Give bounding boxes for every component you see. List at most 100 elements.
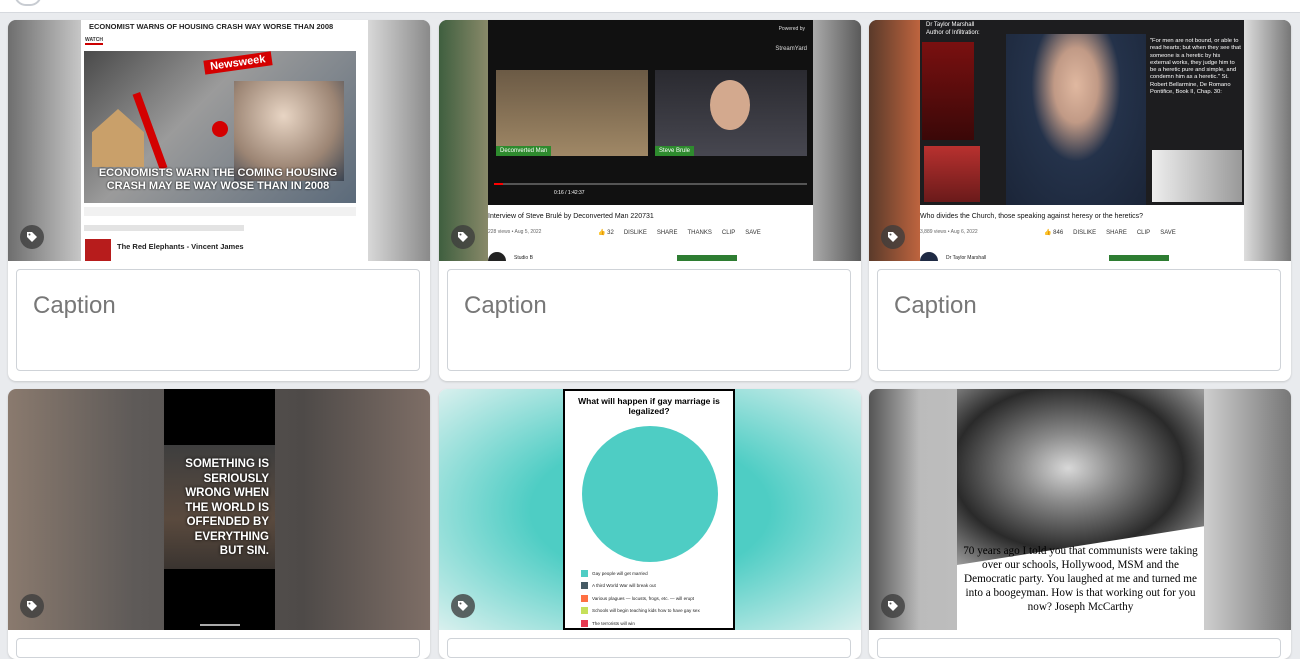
quote-image: 70 years ago I told you that communists … (957, 389, 1204, 630)
save-button[interactable]: SAVE (745, 230, 761, 236)
video-meta: 3,889 views • Aug 6, 2022 (920, 229, 978, 235)
cardinal-image (924, 146, 980, 202)
video-title: Who divides the Church, those speaking a… (920, 213, 1143, 220)
save-button[interactable]: SAVE (1160, 230, 1176, 236)
tag-icon[interactable] (20, 594, 44, 618)
book-cover (922, 42, 974, 140)
legend-swatch (581, 594, 588, 602)
quote-text: "For men are not bound, or able to read … (1150, 38, 1241, 96)
pope-image (1152, 150, 1242, 202)
scroll-indicator (200, 624, 240, 626)
share-button[interactable]: SHARE (657, 230, 678, 236)
portrait-photo (957, 389, 1204, 565)
channel-name: The Red Elephants - Vincent James (117, 242, 244, 251)
legend-label: The terrorists will win (592, 620, 635, 626)
channel-avatar (920, 252, 938, 261)
video-frame: Newsweek ECONOMISTS WARN THE COMING HOUS… (84, 51, 356, 203)
post-media[interactable]: What will happen if gay marriage is lega… (439, 389, 861, 630)
book-label: Author of Infiltration: (926, 30, 980, 36)
streamyard-logo: StreamYard (775, 46, 807, 52)
caption-input[interactable]: Caption (16, 269, 420, 371)
post-card[interactable]: ECONOMIST WARNS OF HOUSING CRASH WAY WOR… (8, 20, 430, 381)
legend-label: Schools will begin teaching kids how to … (592, 608, 700, 614)
guest-right-name: Steve Brule (655, 146, 695, 156)
legend-swatch (581, 569, 588, 577)
post-media[interactable]: ECONOMIST WARNS OF HOUSING CRASH WAY WOR… (8, 20, 430, 261)
meme-text: SOMETHING IS SERIOUSLY WRONG WHEN THE WO… (185, 458, 269, 557)
post-media[interactable]: Dr Taylor Marshall Author of Infiltratio… (869, 20, 1291, 261)
share-button[interactable]: SHARE (1106, 230, 1127, 236)
tag-icon[interactable] (881, 594, 905, 618)
post-media[interactable]: Powered by StreamYard Deconverted Man St… (439, 20, 861, 261)
channel-avatar (488, 252, 506, 261)
author-label: Dr Taylor Marshall (926, 22, 975, 28)
caption-input[interactable]: Caption (877, 269, 1281, 371)
legend-swatch (581, 582, 588, 590)
tag-icon[interactable] (20, 225, 44, 249)
clip-button[interactable]: CLIP (722, 230, 735, 236)
meme-image: SOMETHING IS SERIOUSLY WRONG WHEN THE WO… (164, 389, 275, 630)
video-frame: Dr Taylor Marshall Author of Infiltratio… (920, 20, 1244, 205)
headline: ECONOMIST WARNS OF HOUSING CRASH WAY WOR… (89, 22, 334, 31)
post-card[interactable]: SOMETHING IS SERIOUSLY WRONG WHEN THE WO… (8, 389, 430, 659)
post-card[interactable]: Powered by StreamYard Deconverted Man St… (439, 20, 861, 381)
caption-input[interactable] (877, 638, 1281, 658)
tag-icon[interactable] (881, 225, 905, 249)
quote-text: 70 years ago I told you that communists … (963, 545, 1198, 613)
download-button[interactable] (677, 255, 737, 261)
tag-icon[interactable] (451, 594, 475, 618)
legend-item: Gay people will get married (581, 567, 700, 580)
newsweek-badge: Newsweek (203, 51, 273, 75)
watch-label: WATCH (85, 37, 103, 45)
clip-button[interactable]: CLIP (1137, 230, 1150, 236)
legend-label: Gay people will get married (592, 570, 648, 576)
post-media[interactable]: SOMETHING IS SERIOUSLY WRONG WHEN THE WO… (8, 389, 430, 630)
tags-row (84, 225, 244, 231)
video-frame: Powered by StreamYard Deconverted Man St… (488, 20, 813, 205)
progress-bar[interactable] (494, 183, 807, 185)
dislike-button[interactable]: DISLIKE (1073, 230, 1096, 236)
top-bar (0, 0, 1300, 13)
post-media[interactable]: 70 years ago I told you that communists … (869, 389, 1291, 630)
legend-label: A third World War will break out (592, 583, 656, 589)
guest-left-name: Deconverted Man (496, 146, 552, 156)
dislike-button[interactable]: DISLIKE (624, 230, 647, 236)
play-indicator (212, 121, 228, 137)
legend-swatch (581, 619, 588, 627)
caption-input[interactable]: Caption (447, 269, 851, 371)
news-screenshot: ECONOMIST WARNS OF HOUSING CRASH WAY WOR… (81, 20, 368, 261)
caption-placeholder: Caption (33, 292, 116, 319)
caption-input[interactable] (16, 638, 420, 658)
caption-input[interactable] (447, 638, 851, 658)
overlay-text: ECONOMISTS WARN THE COMING HOUSING CRASH… (98, 167, 338, 192)
channel-name: Studio B (514, 255, 533, 261)
thanks-button[interactable]: THANKS (688, 230, 712, 236)
pie-chart (582, 426, 718, 562)
guest-left-tile: Deconverted Man (496, 70, 648, 156)
post-card[interactable]: Dr Taylor Marshall Author of Infiltratio… (869, 20, 1291, 381)
like-button[interactable]: 👍 846 (1044, 229, 1063, 236)
video-screenshot: Dr Taylor Marshall Author of Infiltratio… (920, 20, 1244, 261)
legend-swatch (581, 607, 588, 615)
post-card[interactable]: 70 years ago I told you that communists … (869, 389, 1291, 659)
like-button[interactable]: 👍 32 (598, 229, 614, 236)
video-screenshot: Powered by StreamYard Deconverted Man St… (488, 20, 813, 261)
house-graphic (92, 109, 144, 167)
guest-right-tile: Steve Brule (655, 70, 807, 156)
powered-by: Powered by (778, 26, 805, 32)
video-meta: 228 views • Aug 5, 2022 (488, 229, 542, 235)
video-title: Interview of Steve Brulé by Deconverted … (488, 213, 654, 220)
chart-image: What will happen if gay marriage is lega… (563, 389, 735, 630)
chart-legend: Gay people will get married A third World… (581, 567, 700, 628)
guest-right-face (710, 80, 750, 130)
speaker (1006, 34, 1146, 205)
portrait (234, 81, 344, 181)
top-bar-icon (14, 0, 42, 6)
stats-row (84, 207, 356, 216)
time-display: 0:16 / 1:42:37 (554, 190, 585, 196)
tag-icon[interactable] (451, 225, 475, 249)
post-card[interactable]: What will happen if gay marriage is lega… (439, 389, 861, 659)
download-button[interactable] (1109, 255, 1169, 261)
channel-name: Dr Taylor Marshall (946, 255, 987, 261)
legend-item: Various plagues — locusts, frogs, etc. —… (581, 592, 700, 605)
